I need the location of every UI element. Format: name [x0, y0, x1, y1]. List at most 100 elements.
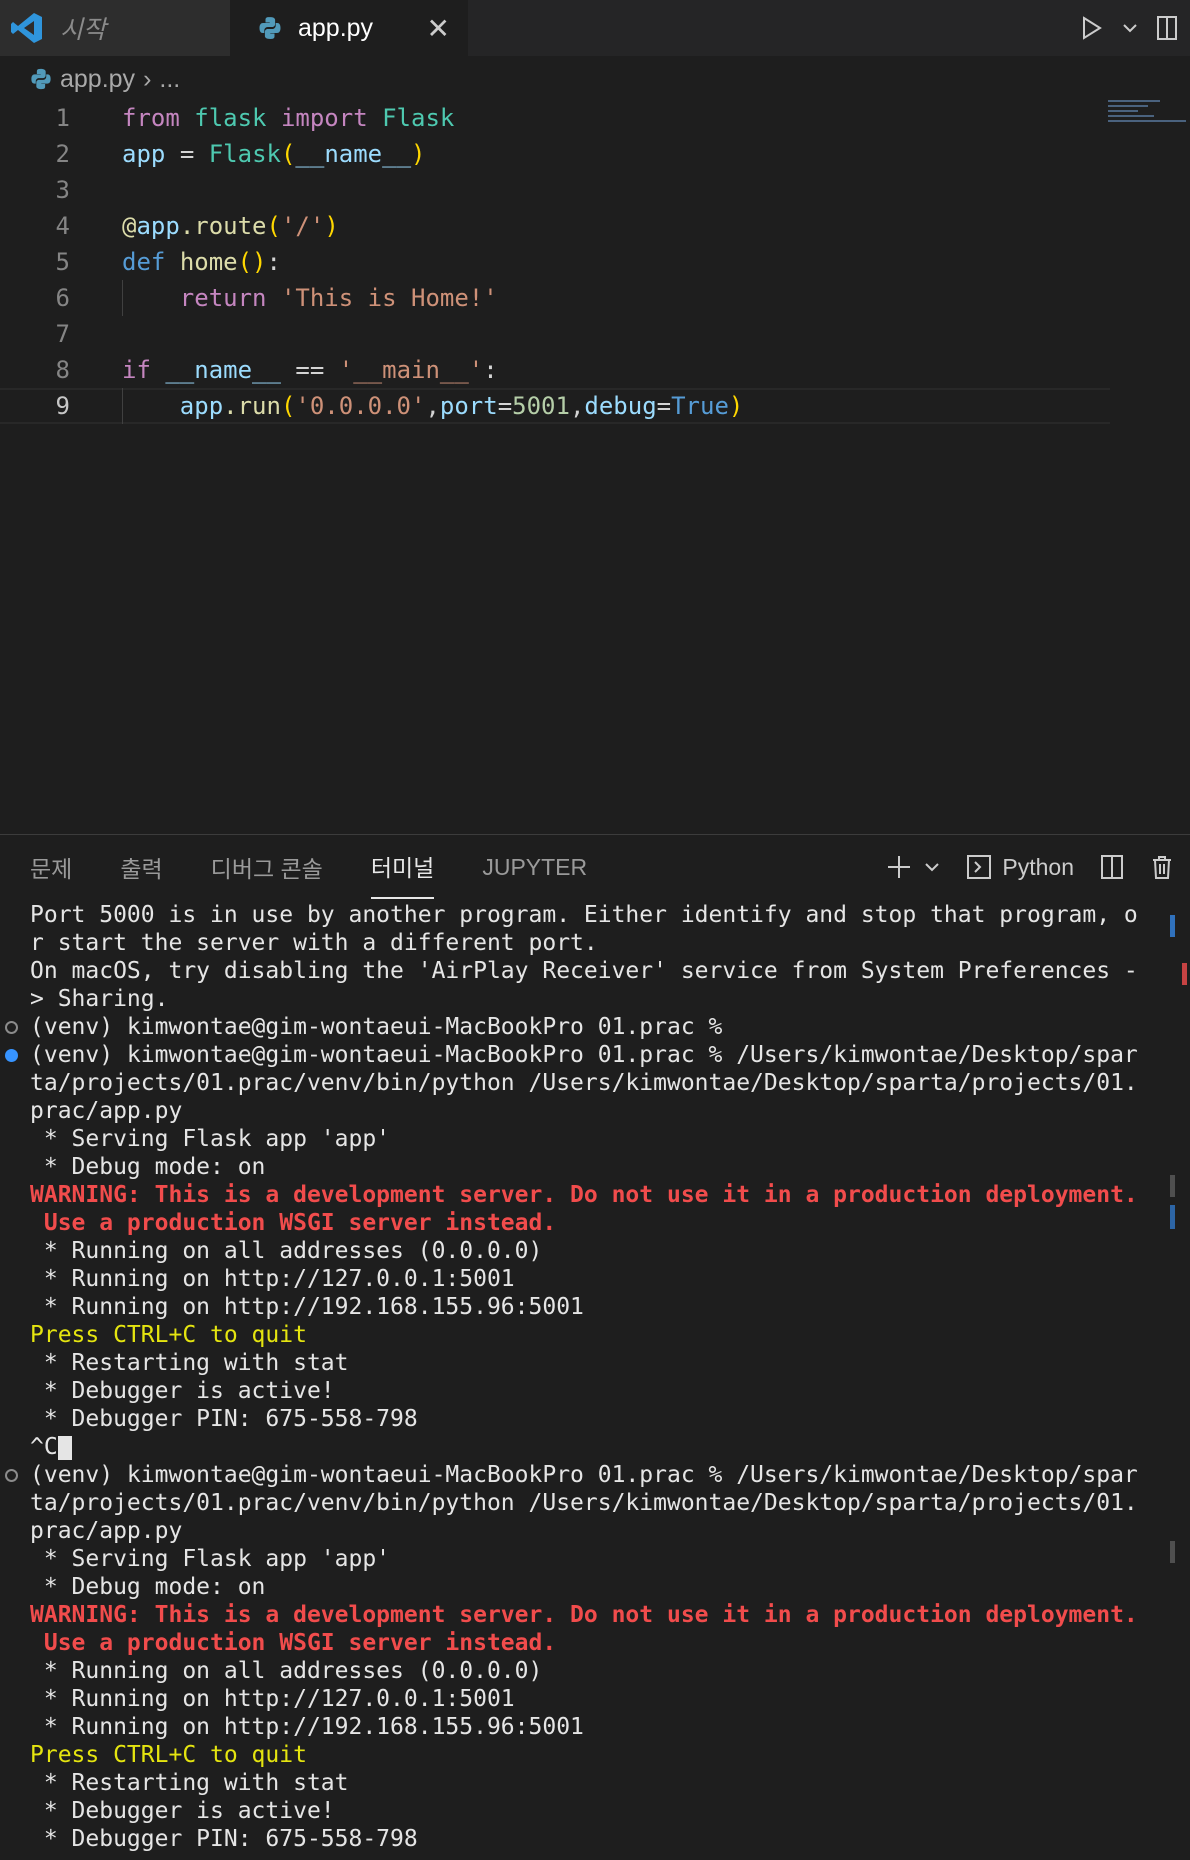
- trash-icon[interactable]: [1150, 854, 1174, 880]
- code-line[interactable]: 1 from flask import Flask: [0, 100, 1110, 136]
- terminal-line: * Running on http://127.0.0.1:5001: [0, 1685, 1170, 1713]
- line-number: 6: [55, 284, 70, 312]
- panel-tab[interactable]: JUPYTER: [482, 835, 587, 899]
- terminal-line-text: Press CTRL+C to quit: [30, 1742, 307, 1768]
- terminal-line-text: * Serving Flask app 'app': [30, 1546, 391, 1572]
- chevron-down-icon: [925, 863, 940, 872]
- terminal-line-text: (venv) kimwontae@gim-wontaeui-MacBookPro…: [30, 1042, 1138, 1068]
- split-editor-icon[interactable]: [1156, 15, 1178, 41]
- chevron-down-icon[interactable]: [1122, 20, 1138, 36]
- terminal-line: WARNING: This is a development server. D…: [0, 1601, 1170, 1629]
- terminal-line: * Debugger is active!: [0, 1797, 1170, 1825]
- terminal-line: * Debugger is active!: [0, 1377, 1170, 1405]
- terminal-line: (venv) kimwontae@gim-wontaeui-MacBookPro…: [0, 1461, 1170, 1489]
- code-text: @app.route('/'): [122, 212, 339, 240]
- command-decoration-icon[interactable]: [5, 1469, 18, 1482]
- terminal-line: * Running on http://192.168.155.96:5001: [0, 1713, 1170, 1741]
- terminal-cursor: [57, 1435, 72, 1460]
- terminal-line: ^C: [0, 1433, 1170, 1461]
- terminal-line: * Restarting with stat: [0, 1769, 1170, 1797]
- terminal-line-text: * Debug mode: on: [30, 1574, 266, 1600]
- terminal-line-text: * Running on all addresses (0.0.0.0): [30, 1238, 543, 1264]
- python-icon: [259, 17, 281, 39]
- code-editor[interactable]: 1 from flask import Flask 2 app = Flask(__n…: [0, 100, 1190, 830]
- breadcrumb: app.py › ...: [30, 62, 180, 96]
- terminal-line: Port 5000 is in use by another program. …: [0, 901, 1170, 929]
- terminal-line-text: * Restarting with stat: [30, 1350, 349, 1376]
- terminal-line: ta/projects/01.prac/venv/bin/python /Use…: [0, 1069, 1170, 1097]
- terminal-line-text: On macOS, try disabling the 'AirPlay Rec…: [30, 958, 1138, 984]
- code-line[interactable]: 2 app = Flask(__name__): [0, 136, 1110, 172]
- terminal-line-text: * Running on http://192.168.155.96:5001: [30, 1714, 584, 1740]
- plus-icon: [888, 856, 911, 878]
- terminal-line: * Running on http://127.0.0.1:5001: [0, 1265, 1170, 1293]
- terminal-line-text: Use a production WSGI server instead.: [30, 1630, 557, 1656]
- terminal-line-text: r start the server with a different port…: [30, 930, 598, 956]
- chevron-right-icon: ›: [143, 64, 152, 93]
- command-decoration-icon[interactable]: [5, 1049, 18, 1062]
- terminal-line-text: * Running on http://127.0.0.1:5001: [30, 1686, 515, 1712]
- panel-actions: Python: [886, 835, 1174, 899]
- terminal-icon: [967, 855, 992, 879]
- terminal-line-text: * Debug mode: on: [30, 1154, 266, 1180]
- command-decoration-icon[interactable]: [5, 1021, 18, 1034]
- tab-app-py[interactable]: app.py ✕: [230, 0, 468, 56]
- panel-tab[interactable]: 디버그 콘솔: [211, 835, 323, 899]
- python-icon: [31, 68, 51, 90]
- terminal-line-text: * Debugger is active!: [30, 1378, 335, 1404]
- run-icon[interactable]: [1078, 15, 1104, 41]
- terminal-line: ta/projects/01.prac/venv/bin/python /Use…: [0, 1489, 1170, 1517]
- line-number: 9: [55, 392, 70, 420]
- scrollbar-marker: [1170, 1541, 1175, 1563]
- breadcrumb-file[interactable]: app.py: [60, 65, 135, 94]
- terminal-shell-label: Python: [1002, 853, 1074, 880]
- code-text: from flask import Flask: [122, 104, 455, 132]
- code-text: def home():: [122, 248, 281, 276]
- terminal-line: * Debug mode: on: [0, 1573, 1170, 1601]
- close-icon[interactable]: ✕: [427, 12, 450, 45]
- terminal-line-text: * Serving Flask app 'app': [30, 1126, 391, 1152]
- panel-tab[interactable]: 출력: [120, 835, 162, 899]
- scrollbar-marker: [1170, 915, 1175, 937]
- terminal-line-text: * Running on http://127.0.0.1:5001: [30, 1266, 515, 1292]
- terminal-line-text: * Running on all addresses (0.0.0.0): [30, 1658, 543, 1684]
- line-number: 2: [55, 140, 70, 168]
- terminal-line-text: ^C: [30, 1434, 58, 1460]
- code-line[interactable]: 5 def home():: [0, 244, 1110, 280]
- code-line[interactable]: 8 if __name__ == '__main__':: [0, 352, 1110, 388]
- terminal-line: prac/app.py: [0, 1097, 1170, 1125]
- code-text: app = Flask(__name__): [122, 140, 426, 168]
- code-line[interactable]: 7: [0, 316, 1110, 352]
- tab-welcome[interactable]: 시작: [0, 0, 230, 56]
- editor-actions: [1078, 0, 1190, 56]
- terminal-shell-button[interactable]: Python: [966, 854, 1074, 881]
- terminal-line: * Running on all addresses (0.0.0.0): [0, 1237, 1170, 1265]
- panel-tab[interactable]: 문제: [30, 835, 72, 899]
- terminal-line: > Sharing.: [0, 985, 1170, 1013]
- panel-tab[interactable]: 터미널: [370, 835, 435, 899]
- code-line[interactable]: 9 app.run('0.0.0.0',port=5001,debug=True…: [0, 388, 1110, 424]
- terminal-line: Press CTRL+C to quit: [0, 1321, 1170, 1349]
- terminal-line: WARNING: This is a development server. D…: [0, 1181, 1170, 1209]
- terminal-line: * Restarting with stat: [0, 1349, 1170, 1377]
- breadcrumb-symbol[interactable]: ...: [159, 65, 180, 94]
- line-number: 1: [55, 104, 70, 132]
- code-text: app.run('0.0.0.0',port=5001,debug=True): [179, 392, 744, 420]
- terminal-output[interactable]: Port 5000 is in use by another program. …: [0, 901, 1170, 1853]
- terminal-line-text: Press CTRL+C to quit: [30, 1322, 307, 1348]
- code-text: if __name__ == '__main__':: [122, 356, 498, 384]
- line-number: 7: [55, 320, 70, 348]
- code-line[interactable]: 4 @app.route('/'): [0, 208, 1110, 244]
- terminal-line-text: prac/app.py: [30, 1518, 183, 1544]
- terminal-line-text: > Sharing.: [30, 986, 169, 1012]
- terminal-line: Press CTRL+C to quit: [0, 1741, 1170, 1769]
- terminal-line: * Debugger PIN: 675-558-798: [0, 1825, 1170, 1853]
- code-line[interactable]: 6 return 'This is Home!': [0, 280, 1110, 316]
- terminal-line-text: (venv) kimwontae@gim-wontaeui-MacBookPro…: [30, 1014, 737, 1040]
- split-terminal-icon[interactable]: [1100, 854, 1124, 880]
- code-line[interactable]: 3: [0, 172, 1110, 208]
- terminal-line: (venv) kimwontae@gim-wontaeui-MacBookPro…: [0, 1013, 1170, 1041]
- minimap[interactable]: [1108, 100, 1188, 140]
- new-terminal-button[interactable]: [886, 854, 940, 880]
- tab-label: app.py: [298, 13, 374, 42]
